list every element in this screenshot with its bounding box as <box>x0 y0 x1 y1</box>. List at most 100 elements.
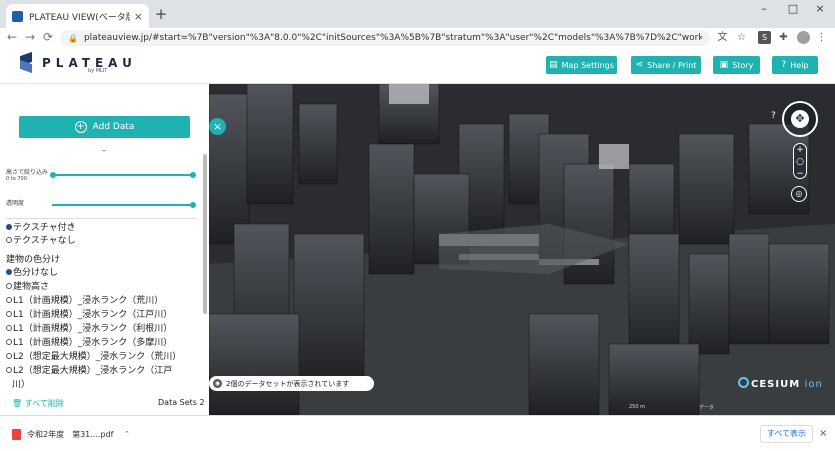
story-icon: ▣ <box>719 60 729 70</box>
map-settings-icon: ▤ <box>549 60 558 70</box>
radio-icon <box>6 283 12 289</box>
coloring-option-none[interactable]: 色分けなし <box>6 265 58 278</box>
radio-icon <box>6 339 12 345</box>
option-label: L1（計画規模）_浸水ランク（多摩川） <box>13 338 173 348</box>
maximize-button[interactable]: □ <box>779 2 807 15</box>
dataset-notice-text: 2個のデータセットが表示されています <box>226 379 350 388</box>
download-file-name: 令和2年度 第31....pdf <box>27 430 114 439</box>
opacity-handle[interactable] <box>190 202 196 208</box>
coloring-option-continued: 川） <box>12 380 31 390</box>
forward-button[interactable]: → <box>23 30 37 44</box>
plateau-favicon-icon <box>12 10 23 22</box>
address-bar[interactable]: 🔒 plateauview.jp/#start=%7B"version"%3A"… <box>60 30 710 46</box>
extensions-puzzle-icon[interactable]: ✚ <box>777 31 790 44</box>
datasets-number: 2 <box>199 398 205 407</box>
layers-icon: ◉ <box>213 379 222 388</box>
compass-control[interactable]: ✥ <box>782 101 818 137</box>
cesium-ion-text: ion <box>804 379 823 390</box>
opacity-track <box>52 204 192 206</box>
window-close-button[interactable]: × <box>806 2 834 15</box>
zoom-reset-button[interactable]: ○ <box>794 156 806 168</box>
divider <box>102 150 106 151</box>
trash-icon: 🗑 <box>12 399 23 408</box>
radio-icon <box>6 367 12 373</box>
texture-off-radio[interactable]: テクスチャなし <box>6 233 76 246</box>
option-label: L1（計画規模）_浸水ランク（利根川） <box>13 324 173 334</box>
map-settings-label: Map Settings <box>561 60 614 70</box>
help-label: Help <box>790 60 809 70</box>
zoom-in-button[interactable]: + <box>794 144 806 156</box>
app-header: PLATEAU by MLIT ▤ Map Settings ⋖ Share /… <box>0 48 835 84</box>
reload-button[interactable]: ⟳ <box>41 30 55 44</box>
height-filter-max-handle[interactable] <box>190 172 196 178</box>
download-bar: 令和2年度 第31....pdf ⌃ すべて表示 × <box>0 415 835 451</box>
translate-icon[interactable]: 文 <box>716 31 729 44</box>
download-bar-close-icon[interactable]: × <box>819 428 827 439</box>
height-filter-range: 0 to 700 <box>6 176 27 182</box>
height-filter-min-handle[interactable] <box>50 172 56 178</box>
panel-scrollbar[interactable] <box>203 154 207 314</box>
remove-all-button[interactable]: 🗑 すべて削除 <box>12 398 64 409</box>
add-data-button[interactable]: + Add Data <box>19 116 190 138</box>
browser-menu-icon[interactable]: ⋮ <box>815 31 828 44</box>
bookmark-star-icon[interactable]: ☆ <box>735 31 748 44</box>
minimize-button[interactable]: – <box>750 2 778 15</box>
back-button[interactable]: ← <box>5 30 19 44</box>
datasets-label: Data Sets <box>158 398 197 407</box>
collapse-panel-button[interactable]: × <box>209 118 226 135</box>
profile-avatar[interactable] <box>797 31 810 44</box>
data-credit[interactable]: データ <box>699 404 714 411</box>
show-all-downloads-button[interactable]: すべて表示 <box>760 425 813 443</box>
plateau-logo-icon <box>18 54 34 72</box>
option-label: テクスチャ付き <box>13 223 76 233</box>
browser-toolbar: ← → ⟳ 🔒 plateauview.jp/#start=%7B"versio… <box>0 28 835 48</box>
browser-tab[interactable]: PLATEAU VIEW(ベータ版Ver0.2) × <box>6 4 149 28</box>
coloring-option-tone[interactable]: L1（計画規模）_浸水ランク（利根川） <box>6 321 172 334</box>
option-label: テクスチャなし <box>13 236 76 246</box>
option-label: 建物高さ <box>13 282 50 292</box>
story-label: Story <box>732 60 754 70</box>
download-options-caret-icon[interactable]: ⌃ <box>124 430 130 438</box>
remove-all-label: すべて削除 <box>24 399 64 408</box>
city-scene <box>209 84 835 415</box>
download-item[interactable]: 令和2年度 第31....pdf <box>12 429 113 440</box>
extension-s-icon[interactable]: S <box>758 31 771 44</box>
zoom-control: + ○ − <box>793 143 807 179</box>
coloring-option-arakawa[interactable]: L1（計画規模）_浸水ランク（荒川） <box>6 293 163 306</box>
separator <box>6 218 196 219</box>
cesium-ion-logo[interactable]: CESIUM ion <box>738 377 823 390</box>
radio-icon <box>6 237 12 243</box>
compass-move-icon: ✥ <box>791 110 809 128</box>
panel-footer: 🗑 すべて削除 Data Sets 2 <box>0 392 209 415</box>
my-location-button[interactable]: ◎ <box>791 186 807 202</box>
coloring-option-height[interactable]: 建物高さ <box>6 279 49 292</box>
share-print-label: Share / Print <box>647 60 697 70</box>
datasets-count: Data Sets 2 <box>158 398 205 407</box>
coloring-option-l2-edogawa[interactable]: L2（想定最大規模）_浸水ランク（江戸 <box>6 363 172 376</box>
tab-close-icon[interactable]: × <box>134 10 143 23</box>
coloring-option-tama[interactable]: L1（計画規模）_浸水ランク（多摩川） <box>6 335 172 348</box>
tab-title: PLATEAU VIEW(ベータ版Ver0.2) <box>29 12 130 23</box>
radio-selected-icon <box>6 269 12 275</box>
map-settings-button[interactable]: ▤ Map Settings <box>546 56 617 74</box>
help-icon: ? <box>781 60 787 70</box>
story-button[interactable]: ▣ Story <box>713 56 760 74</box>
map-help-icon[interactable]: ? <box>771 111 776 121</box>
radio-selected-icon <box>6 224 12 230</box>
coloring-option-edogawa[interactable]: L1（計画規模）_浸水ランク（江戸川） <box>6 307 172 320</box>
height-filter-track <box>52 174 194 176</box>
workbench-panel: + Add Data 高さで絞り込み 0 to 700 透明度 テクスチャ付き … <box>0 84 209 415</box>
cesium-logo-icon <box>738 377 749 388</box>
help-button[interactable]: ? Help <box>772 56 818 74</box>
new-tab-button[interactable]: + <box>153 5 169 23</box>
dataset-notice: ◉ 2個のデータセットが表示されています <box>209 376 374 391</box>
opacity-label: 透明度 <box>6 200 25 207</box>
url-text: plateauview.jp/#start=%7B"version"%3A"8.… <box>83 33 702 43</box>
plateau-logo[interactable]: PLATEAU <box>18 54 137 72</box>
coloring-option-l2-arakawa[interactable]: L2（想定最大規模）_浸水ランク（荒川） <box>6 349 181 362</box>
zoom-out-button[interactable]: − <box>794 168 806 180</box>
texture-on-radio[interactable]: テクスチャ付き <box>6 220 76 233</box>
option-label: 色分けなし <box>13 268 59 278</box>
map-3d-view[interactable]: 250 m データ <box>209 84 835 415</box>
share-print-button[interactable]: ⋖ Share / Print <box>631 56 701 74</box>
